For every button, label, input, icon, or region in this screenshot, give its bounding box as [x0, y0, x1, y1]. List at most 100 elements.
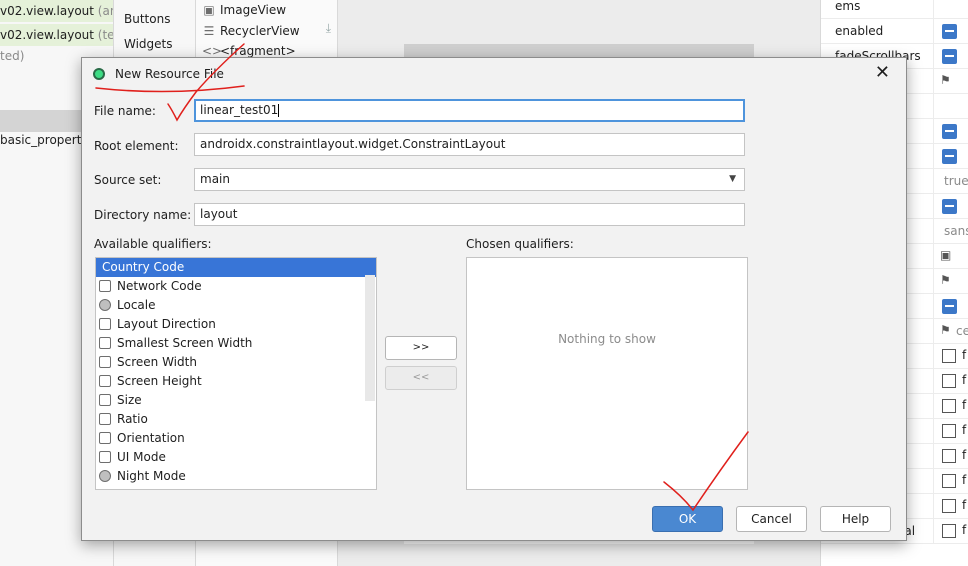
close-icon[interactable]: ✕ — [875, 62, 890, 83]
orientation-icon — [99, 432, 111, 444]
attribute-picker-button[interactable] — [942, 199, 957, 214]
qualifier-item[interactable]: Locale — [96, 296, 376, 315]
palette-category-buttons[interactable]: Buttons — [124, 12, 170, 26]
attribute-value[interactable] — [933, 119, 968, 144]
flag-checkbox[interactable] — [942, 374, 956, 388]
qualifier-item[interactable]: Screen Height — [96, 372, 376, 391]
qualifier-item[interactable]: Network Code — [96, 277, 376, 296]
attribute-value-text: true — [944, 174, 968, 188]
attribute-value[interactable]: true — [933, 169, 968, 194]
ok-button[interactable]: OK — [652, 506, 723, 532]
attribute-value[interactable] — [933, 194, 968, 219]
attribute-value[interactable]: f — [933, 369, 968, 394]
layout-direction-icon — [99, 318, 111, 330]
attribute-picker-button[interactable] — [942, 24, 957, 39]
attribute-value[interactable] — [933, 94, 968, 119]
locale-icon — [99, 299, 111, 311]
remove-qualifier-button[interactable]: << — [385, 366, 457, 390]
palette-item-imageview[interactable]: ▣ ImageView — [202, 0, 286, 20]
attribute-value[interactable]: f — [933, 444, 968, 469]
chosen-qualifiers-label: Chosen qualifiers: — [466, 237, 574, 251]
attribute-value[interactable] — [933, 294, 968, 319]
ui-mode-icon — [99, 451, 111, 463]
android-studio-icon — [93, 68, 105, 80]
qualifier-item[interactable]: Ratio — [96, 410, 376, 429]
attribute-row[interactable]: enabled — [821, 19, 968, 44]
attribute-value[interactable]: f — [933, 344, 968, 369]
flag-checkbox[interactable] — [942, 474, 956, 488]
size-icon — [99, 394, 111, 406]
flag-checkbox[interactable] — [942, 424, 956, 438]
palette-category-widgets[interactable]: Widgets — [124, 37, 173, 51]
qualifier-item[interactable]: Country Code — [96, 258, 376, 277]
file-name-input[interactable]: linear_test01 — [194, 99, 745, 122]
screen-width-icon — [99, 356, 111, 368]
qualifier-item[interactable]: Size — [96, 391, 376, 410]
qualifier-item[interactable]: Night Mode — [96, 467, 376, 486]
flag-checkbox[interactable] — [942, 524, 956, 538]
chosen-qualifiers-list[interactable]: Nothing to show — [466, 257, 748, 490]
attribute-value-text: ce — [956, 324, 968, 338]
attribute-value[interactable]: ⚑ — [933, 269, 968, 294]
attribute-value[interactable]: ⚑ ce — [933, 319, 968, 344]
attribute-value[interactable]: f — [933, 469, 968, 494]
qualifier-label: Ratio — [117, 412, 148, 426]
qualifiers-scrollbar[interactable] — [365, 275, 375, 401]
attribute-picker-button[interactable] — [942, 49, 957, 64]
attribute-value[interactable] — [933, 44, 968, 69]
attribute-value[interactable]: f — [933, 419, 968, 444]
flag-checkbox[interactable] — [942, 449, 956, 463]
qualifier-label: Network Code — [117, 279, 202, 293]
flag-checkbox[interactable] — [942, 499, 956, 513]
qualifier-item[interactable]: Orientation — [96, 429, 376, 448]
attribute-picker-button[interactable] — [942, 149, 957, 164]
directory-name-label: Directory name: — [94, 208, 192, 222]
qualifier-item[interactable]: UI Mode — [96, 448, 376, 467]
project-tree-label: v02.view.layout — [0, 28, 94, 42]
flag-checkbox[interactable] — [942, 349, 956, 363]
attribute-value[interactable]: ⚑ — [933, 69, 968, 94]
image-icon[interactable]: ▣ — [940, 248, 951, 262]
palette-item-recyclerview[interactable]: ☰ RecyclerView — [202, 21, 300, 41]
attribute-value[interactable]: ▣ — [933, 244, 968, 269]
available-qualifiers-label: Available qualifiers: — [94, 237, 212, 251]
attribute-value[interactable] — [933, 0, 968, 19]
directory-name-input[interactable]: layout — [194, 203, 745, 226]
qualifier-label: Night Mode — [117, 469, 186, 483]
attribute-value[interactable] — [933, 144, 968, 169]
qualifier-item[interactable]: Layout Direction — [96, 315, 376, 334]
add-qualifier-button[interactable]: >> — [385, 336, 457, 360]
attribute-value[interactable]: sans- — [933, 219, 968, 244]
qualifier-item[interactable]: Screen Width — [96, 353, 376, 372]
flag-icon[interactable]: ⚑ — [940, 273, 951, 287]
dialog-title-bar[interactable]: New Resource File ✕ — [82, 58, 906, 90]
source-set-value: main — [200, 172, 230, 186]
available-qualifiers-list[interactable]: Country Code Network Code Locale Layout Dir… — [95, 257, 377, 490]
help-button[interactable]: Help — [820, 506, 891, 532]
project-tree-row[interactable]: ted) — [0, 45, 24, 67]
flag-icon[interactable]: ⚑ — [940, 323, 951, 337]
qualifier-label: Locale — [117, 298, 156, 312]
project-tree-row[interactable]: v02.view.layout (test) — [0, 24, 130, 46]
attribute-picker-button[interactable] — [942, 299, 957, 314]
attribute-value[interactable] — [933, 19, 968, 44]
screen-height-icon — [99, 375, 111, 387]
cancel-button[interactable]: Cancel — [736, 506, 807, 532]
flag-checkbox[interactable] — [942, 399, 956, 413]
project-tree-row[interactable]: v02.view.layout (andr — [0, 0, 130, 22]
root-element-input[interactable]: androidx.constraintlayout.widget.Constra… — [194, 133, 745, 156]
attribute-value[interactable]: f — [933, 394, 968, 419]
qualifier-label: Orientation — [117, 431, 185, 445]
attribute-value-text: sans- — [944, 224, 968, 238]
attribute-picker-button[interactable] — [942, 124, 957, 139]
attribute-name: enabled — [835, 24, 884, 38]
attribute-value[interactable]: f — [933, 519, 968, 544]
flag-icon[interactable]: ⚑ — [940, 73, 951, 87]
palette-item-label: RecyclerView — [220, 24, 300, 38]
directory-name-value: layout — [200, 207, 238, 221]
download-icon[interactable]: ⤓ — [326, 21, 331, 36]
attribute-row[interactable]: ems — [821, 0, 968, 19]
qualifier-item[interactable]: Smallest Screen Width — [96, 334, 376, 353]
attribute-value[interactable]: f — [933, 494, 968, 519]
source-set-select[interactable]: main ▼ — [194, 168, 745, 191]
